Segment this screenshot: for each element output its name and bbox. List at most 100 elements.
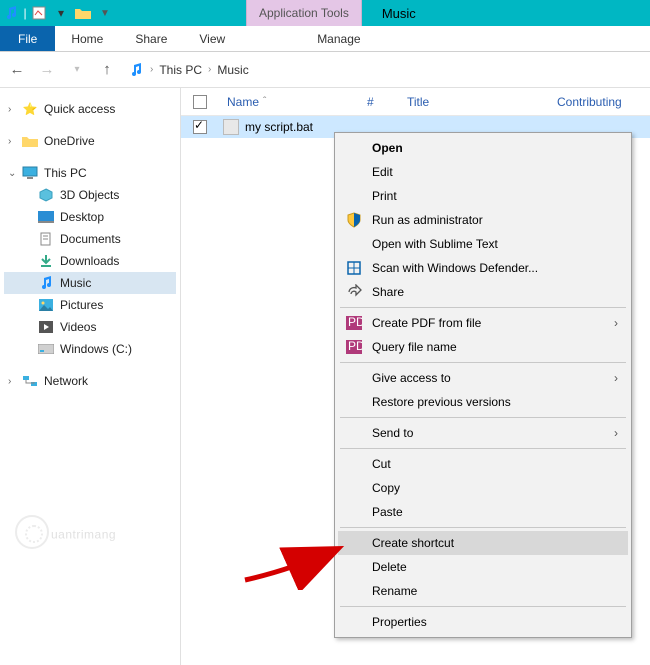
desktop-icon [38,209,54,225]
chevron-right-icon[interactable]: › [8,136,11,147]
sidebar-item-label: Network [44,374,88,388]
defender-icon [345,259,363,277]
chevron-right-icon[interactable]: › [150,64,153,75]
chevron-down-icon[interactable]: ⌄ [8,168,16,179]
menu-send-to[interactable]: Send to › [338,421,628,445]
shield-icon [345,211,363,229]
sidebar-item-label: Downloads [60,254,119,268]
menu-sublime[interactable]: Open with Sublime Text [338,232,628,256]
titlebar: | ▾ ▼ Application Tools Music [0,0,650,26]
menu-rename[interactable]: Rename [338,579,628,603]
chevron-right-icon[interactable]: › [8,104,11,115]
column-headers: Nameˆ # Title Contributing [181,88,650,116]
nav-recent-icon[interactable]: ▾ [68,64,86,75]
folder-icon [22,133,38,149]
svg-text:PDF: PDF [348,316,362,329]
tab-home[interactable]: Home [55,26,119,51]
sidebar-desktop[interactable]: Desktop [4,206,176,228]
pdf-icon: PDF [345,314,363,332]
menu-query[interactable]: PDFQuery file name [338,335,628,359]
sidebar-3d-objects[interactable]: 3D Objects [4,184,176,206]
menu-delete[interactable]: Delete [338,555,628,579]
sidebar-network[interactable]: › Network [4,370,176,392]
menu-create-shortcut[interactable]: Create shortcut [338,531,628,555]
select-all-checkbox[interactable] [193,95,207,109]
breadcrumb[interactable]: › This PC › Music [128,62,249,78]
menu-paste[interactable]: Paste [338,500,628,524]
menu-run-admin[interactable]: Run as administrator [338,208,628,232]
tab-manage[interactable]: Manage [301,26,376,51]
tab-share[interactable]: Share [119,26,183,51]
menu-share[interactable]: Share [338,280,628,304]
chevron-right-icon[interactable]: › [208,64,211,75]
menu-print[interactable]: Print [338,184,628,208]
properties-icon[interactable] [28,2,50,24]
menu-separator [340,606,626,607]
sidebar-downloads[interactable]: Downloads [4,250,176,272]
sidebar-quick-access[interactable]: ›⭐Quick access [4,98,176,120]
nav-up-icon[interactable]: ↑ [98,61,116,78]
menu-cut[interactable]: Cut [338,452,628,476]
sidebar-item-label: Documents [60,232,121,246]
menu-separator [340,417,626,418]
sidebar-music[interactable]: Music [4,272,176,294]
sidebar-onedrive[interactable]: ›OneDrive [4,130,176,152]
menu-separator [340,362,626,363]
breadcrumb-this-pc[interactable]: This PC [159,63,202,77]
sidebar-item-label: 3D Objects [60,188,119,202]
new-folder-icon[interactable] [72,2,94,24]
sidebar-item-label: Videos [60,320,96,334]
sidebar-this-pc[interactable]: ⌄This PC [4,162,176,184]
watermark: uantrimang [15,515,116,549]
file-checkbox[interactable] [193,120,207,134]
column-title[interactable]: Title [397,95,547,109]
sidebar-documents[interactable]: Documents [4,228,176,250]
sidebar-item-label: Music [60,276,91,290]
menu-properties[interactable]: Properties [338,610,628,634]
menu-label: Scan with Windows Defender... [372,261,538,275]
sidebar-videos[interactable]: Videos [4,316,176,338]
menu-defender[interactable]: Scan with Windows Defender... [338,256,628,280]
menu-label: Run as administrator [372,213,483,227]
column-contributing[interactable]: Contributing [547,95,632,109]
menu-restore[interactable]: Restore previous versions [338,390,628,414]
chevron-right-icon[interactable]: › [8,376,11,387]
sidebar-pictures[interactable]: Pictures [4,294,176,316]
menu-label: Send to [372,426,413,440]
column-name[interactable]: Nameˆ [217,95,357,109]
chevron-right-icon: › [614,371,618,385]
menu-edit[interactable]: Edit [338,160,628,184]
downloads-icon [38,253,54,269]
nav-forward-icon: → [38,61,56,78]
cube-icon [38,187,54,203]
column-label: Name [227,95,259,109]
pc-icon [22,165,38,181]
breadcrumb-music[interactable]: Music [217,63,248,77]
share-icon [345,283,363,301]
tab-view[interactable]: View [183,26,241,51]
pictures-icon [38,297,54,313]
svg-text:PDF: PDF [348,340,362,353]
menu-give-access[interactable]: Give access to› [338,366,628,390]
drive-icon [38,341,54,357]
menu-create-pdf[interactable]: PDFCreate PDF from file› [338,311,628,335]
menu-separator [340,527,626,528]
menu-label: Share [372,285,404,299]
sidebar-windows-c[interactable]: Windows (C:) [4,338,176,360]
nav-back-icon[interactable]: ← [8,61,26,78]
menu-separator [340,307,626,308]
menu-copy[interactable]: Copy [338,476,628,500]
music-icon [128,62,144,78]
sidebar-item-label: Quick access [44,102,115,116]
tab-file[interactable]: File [0,26,55,51]
menu-open[interactable]: Open [338,136,628,160]
qat-dropdown-icon[interactable]: ▾ [50,2,72,24]
batch-file-icon [223,119,239,135]
qat-customize-icon[interactable]: ▼ [94,2,116,24]
sidebar-item-label: Pictures [60,298,103,312]
music-icon [0,2,22,24]
context-menu: Open Edit Print Run as administrator Ope… [334,132,632,638]
column-number[interactable]: # [357,95,397,109]
chevron-right-icon: › [614,426,618,440]
contextual-tab-label: Application Tools [246,0,362,26]
